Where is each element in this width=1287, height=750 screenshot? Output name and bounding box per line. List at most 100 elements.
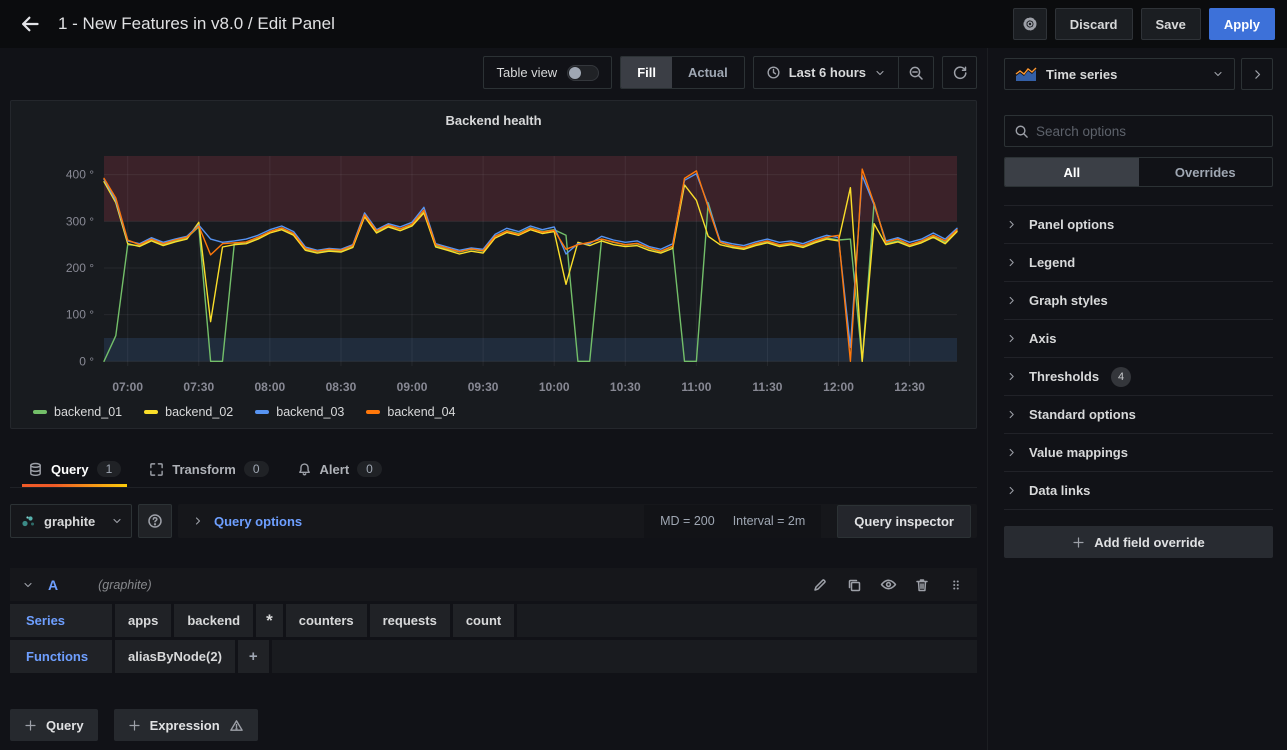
sidebar-section-axis[interactable]: Axis — [1004, 320, 1273, 358]
sidebar-section-data-links[interactable]: Data links — [1004, 472, 1273, 510]
query-options-bar: Query options MD = 200 Interval = 2m Que… — [178, 504, 977, 538]
section-label: Thresholds — [1029, 369, 1099, 384]
filter-all-button[interactable]: All — [1005, 158, 1139, 186]
tab-query-label: Query — [51, 462, 89, 477]
query-stats: MD = 200 Interval = 2m — [644, 505, 821, 538]
sidebar-section-value-mappings[interactable]: Value mappings — [1004, 434, 1273, 472]
add-function-button[interactable]: + — [238, 640, 269, 673]
query-inspector-button[interactable]: Query inspector — [837, 505, 971, 538]
duplicate-query-button[interactable] — [843, 574, 865, 596]
options-search-input[interactable] — [1036, 124, 1263, 139]
datasource-help-button[interactable] — [138, 504, 172, 538]
timeseries-chart[interactable]: 0 °100 °200 °300 °400 °07:0007:3008:0008… — [11, 101, 976, 428]
query-footer-buttons: Query Expression — [10, 709, 977, 741]
sidebar-section-graph-styles[interactable]: Graph styles — [1004, 282, 1273, 320]
legend-label: backend_04 — [387, 405, 455, 419]
query-row-header[interactable]: A (graphite) — [10, 568, 977, 601]
add-expression-button[interactable]: Expression — [114, 709, 258, 741]
sidebar-section-thresholds[interactable]: Thresholds 4 — [1004, 358, 1273, 396]
function-chip[interactable]: aliasByNode(2) — [115, 640, 235, 673]
save-button[interactable]: Save — [1141, 8, 1201, 40]
table-view-toggle[interactable]: Table view — [483, 56, 612, 89]
options-filter-toggle: All Overrides — [1004, 157, 1273, 187]
series-label: Series — [10, 604, 112, 637]
back-button[interactable] — [14, 8, 46, 40]
svg-text:12:30: 12:30 — [894, 380, 925, 394]
svg-text:08:00: 08:00 — [255, 380, 286, 394]
series-segment-wildcard[interactable]: * — [256, 604, 283, 637]
top-navbar: 1 - New Features in v8.0 / Edit Panel Di… — [0, 0, 1287, 48]
discard-button[interactable]: Discard — [1055, 8, 1133, 40]
filter-overrides-button[interactable]: Overrides — [1139, 158, 1273, 186]
svg-text:08:30: 08:30 — [326, 380, 357, 394]
edit-query-button[interactable] — [809, 574, 831, 596]
active-tab-underline — [22, 484, 127, 487]
legend-item-backend-01[interactable]: backend_01 — [33, 405, 122, 419]
plus-icon — [1072, 536, 1085, 549]
apply-button[interactable]: Apply — [1209, 8, 1275, 40]
functions-input-filler[interactable] — [272, 640, 977, 673]
tab-alert[interactable]: Alert 0 — [297, 451, 382, 487]
chevron-right-icon — [1006, 333, 1017, 344]
add-field-override-button[interactable]: Add field override — [1004, 526, 1273, 558]
legend-swatch — [144, 410, 158, 414]
section-label: Data links — [1029, 483, 1090, 498]
chevron-down-icon — [874, 67, 886, 79]
section-label: Value mappings — [1029, 445, 1128, 460]
series-segment-counters[interactable]: counters — [286, 604, 367, 637]
svg-text:300 °: 300 ° — [66, 214, 94, 228]
series-segment-count[interactable]: count — [453, 604, 514, 637]
tab-transform[interactable]: Transform 0 — [149, 451, 268, 487]
series-segment-apps[interactable]: apps — [115, 604, 171, 637]
series-input-filler[interactable] — [517, 604, 977, 637]
transform-icon — [149, 462, 164, 477]
legend-item-backend-02[interactable]: backend_02 — [144, 405, 233, 419]
sidebar-section-legend[interactable]: Legend — [1004, 244, 1273, 282]
add-expression-label: Expression — [150, 718, 220, 733]
panel-toolbar: Table view Fill Actual Last 6 hours — [10, 56, 977, 89]
datasource-picker[interactable]: graphite — [10, 504, 132, 538]
toggle-visibility-button[interactable] — [877, 574, 899, 596]
fill-mode-button[interactable]: Fill — [621, 57, 672, 88]
time-range-picker[interactable]: Last 6 hours — [754, 65, 898, 80]
sidebar-section-panel-options[interactable]: Panel options — [1004, 206, 1273, 244]
chart-legend: backend_01 backend_02 backend_03 backend_04 — [33, 405, 456, 419]
delete-query-button[interactable] — [911, 574, 933, 596]
legend-item-backend-04[interactable]: backend_04 — [366, 405, 455, 419]
functions-row: Functions aliasByNode(2) + — [10, 640, 977, 673]
fill-actual-switch: Fill Actual — [620, 56, 745, 89]
functions-label: Functions — [10, 640, 112, 673]
sidebar-section-standard-options[interactable]: Standard options — [1004, 396, 1273, 434]
options-sections-list: Panel optionsLegendGraph stylesAxisThres… — [1004, 205, 1273, 510]
chevron-right-icon — [1006, 485, 1017, 496]
drag-handle[interactable] — [945, 574, 967, 596]
table-view-switch[interactable] — [567, 65, 599, 81]
chevron-down-icon — [1212, 68, 1224, 80]
options-search[interactable] — [1004, 115, 1273, 147]
svg-text:12:00: 12:00 — [823, 380, 854, 394]
collapse-options-pane-button[interactable] — [1241, 58, 1273, 90]
tab-query[interactable]: Query 1 — [28, 451, 121, 487]
zoom-out-icon — [908, 65, 924, 81]
series-segment-requests[interactable]: requests — [370, 604, 450, 637]
section-count-badge: 4 — [1111, 367, 1131, 387]
actual-mode-button[interactable]: Actual — [672, 57, 744, 88]
panel-settings-button[interactable] — [1013, 8, 1047, 40]
series-segment-backend[interactable]: backend — [174, 604, 253, 637]
svg-text:09:30: 09:30 — [468, 380, 499, 394]
query-options-toggle[interactable]: Query options — [214, 514, 302, 529]
timeseries-panel: Backend health 0 °100 °200 °300 °400 °07… — [10, 100, 977, 429]
add-query-button[interactable]: Query — [10, 709, 98, 741]
tab-alert-count: 0 — [357, 461, 382, 477]
refresh-button[interactable] — [942, 56, 977, 89]
zoom-out-button[interactable] — [899, 57, 933, 88]
timeseries-viz-icon — [1015, 67, 1037, 82]
visualization-picker[interactable]: Time series — [1004, 58, 1235, 90]
legend-item-backend-03[interactable]: backend_03 — [255, 405, 344, 419]
collapse-chevron-icon[interactable] — [22, 579, 34, 591]
interval-value: Interval = 2m — [733, 514, 806, 528]
bell-icon — [297, 462, 312, 477]
visualization-name: Time series — [1046, 67, 1203, 82]
tab-query-count: 1 — [97, 461, 122, 477]
page-title: 1 - New Features in v8.0 / Edit Panel — [58, 14, 335, 34]
